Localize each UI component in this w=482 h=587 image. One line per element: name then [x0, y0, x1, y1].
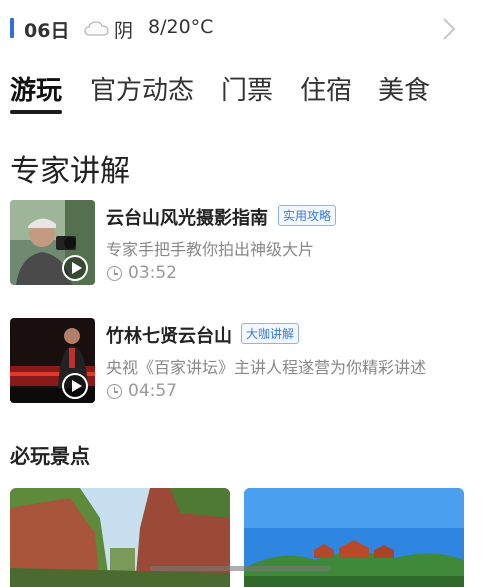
item-badge: 实用攻略: [278, 205, 337, 226]
tab-official-news[interactable]: 官方动态: [90, 70, 194, 107]
item-title: 竹林七贤云台山: [106, 326, 232, 347]
play-icon[interactable]: [62, 255, 88, 281]
clock-icon: [107, 266, 122, 281]
item-duration: 03:52: [128, 263, 177, 283]
weather-temperature: 8/20°C: [148, 16, 214, 38]
item-description: 央视《百家讲坛》主讲人程遂营为你精彩讲述: [106, 358, 427, 377]
video-thumbnail: [10, 318, 95, 403]
weather-date: 06日: [24, 20, 70, 42]
chevron-right-icon[interactable]: [440, 16, 458, 42]
spot-card[interactable]: [10, 488, 230, 587]
item-badge: 大咖讲解: [241, 323, 300, 344]
cloud-icon: [84, 21, 109, 36]
temple-image: [244, 488, 464, 587]
section-title-expert: 专家讲解: [10, 154, 130, 189]
home-indicator[interactable]: [150, 566, 330, 571]
expert-item-seven-sages[interactable]: 竹林七贤云台山 大咖讲解 央视《百家讲坛》主讲人程遂营为你精彩讲述 04:57: [0, 318, 482, 408]
item-title: 云台山风光摄影指南: [106, 208, 268, 229]
weather-condition: 阴: [114, 20, 134, 42]
category-tabs: 游玩 官方动态 门票 住宿 美食: [0, 70, 482, 118]
active-tab-indicator: [10, 110, 62, 114]
video-thumbnail: [10, 200, 95, 285]
section-title-spots: 必玩景点: [10, 444, 90, 468]
tab-lodging[interactable]: 住宿: [300, 70, 352, 107]
tab-play[interactable]: 游玩: [10, 70, 62, 107]
accent-bar: [10, 18, 14, 38]
clock-icon: [107, 384, 122, 399]
weather-bar[interactable]: 06日 阴 8/20°C: [0, 0, 482, 58]
tab-food[interactable]: 美食: [378, 70, 430, 107]
expert-item-photography[interactable]: 云台山风光摄影指南 实用攻略 专家手把手教你拍出神级大片 03:52: [0, 200, 482, 290]
item-duration: 04:57: [128, 381, 177, 401]
canyon-image: [10, 488, 230, 587]
spot-card[interactable]: [244, 488, 464, 587]
play-icon[interactable]: [62, 373, 88, 399]
item-description: 专家手把手教你拍出神级大片: [106, 240, 315, 259]
tab-tickets[interactable]: 门票: [221, 70, 273, 107]
